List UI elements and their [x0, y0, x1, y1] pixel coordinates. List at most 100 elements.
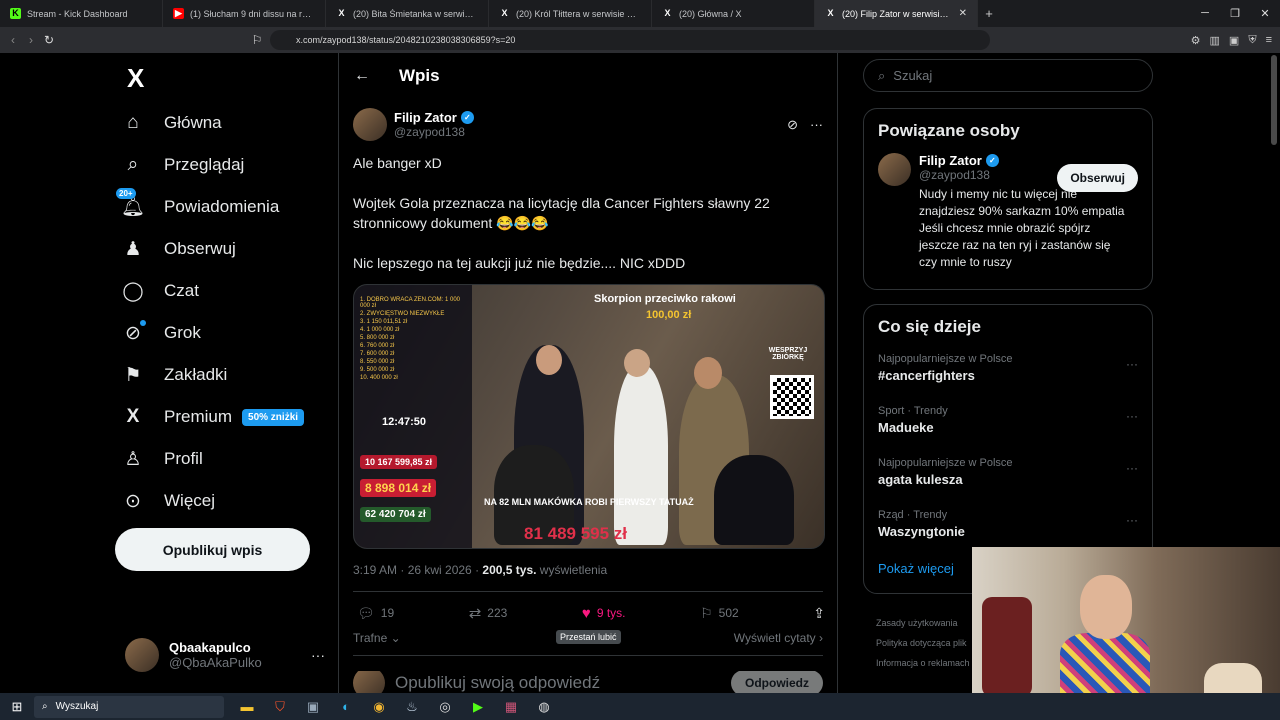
avatar[interactable]: [878, 153, 911, 186]
footer-link[interactable]: Polityka dotycząca plik: [876, 633, 970, 653]
sidebar-item-profile[interactable]: ♙ Profil: [120, 439, 202, 479]
more-options-icon[interactable]: ···: [311, 647, 325, 663]
sidebar-item-label: Premium: [164, 407, 233, 426]
bookmark-button[interactable]: ⚐ 502: [700, 604, 739, 622]
heart-icon: ♥: [581, 604, 591, 622]
media-amount: 10 167 599,85 zł: [360, 455, 438, 469]
vm-icon[interactable]: ▣: [300, 694, 326, 720]
avatar[interactable]: [353, 108, 387, 141]
tweet-media-image[interactable]: 1. DOBRO WRACA ZEN.COM: 1 000 000 zł 2. …: [353, 284, 825, 549]
minimize-icon[interactable]: ─: [1190, 7, 1220, 20]
edge-icon[interactable]: ◐: [333, 694, 359, 720]
reply-count: 19: [380, 606, 395, 620]
menu-icon[interactable]: ≡: [1266, 34, 1272, 47]
x-logo-icon[interactable]: X: [127, 63, 144, 94]
more-options-icon[interactable]: ···: [1126, 513, 1138, 527]
trend-name: agata kulesza: [878, 472, 963, 487]
url-field[interactable]: x.com/zaypod138/status/20482102380383068…: [270, 30, 990, 50]
browser-tab[interactable]: X (20) Główna / X: [652, 0, 815, 27]
more-options-icon[interactable]: ···: [1126, 357, 1138, 371]
extensions-icon[interactable]: ⚙: [1191, 34, 1201, 47]
browser-tab[interactable]: X (20) Bita Śmietanka w serwisie X: „Str: [326, 0, 489, 27]
like-button[interactable]: ♥ 9 tys.: [582, 604, 626, 622]
close-window-icon[interactable]: ✕: [1250, 7, 1280, 20]
bookmark-count: 502: [718, 606, 739, 620]
trend-name: #cancerfighters: [878, 368, 975, 383]
wallet-icon[interactable]: ▣: [1229, 34, 1239, 47]
app-icon[interactable]: ◍: [531, 694, 557, 720]
more-options-icon[interactable]: ···: [1126, 409, 1138, 423]
browser-tab[interactable]: X (20) Król Tłittera w serwisie X: „Magd: [489, 0, 652, 27]
sort-dropdown[interactable]: Trafne ⌄: [353, 631, 401, 645]
close-tab-icon[interactable]: ✕: [959, 8, 967, 19]
post-button[interactable]: Opublikuj wpis: [115, 528, 310, 571]
more-options-icon[interactable]: ···: [810, 117, 823, 133]
footer-link[interactable]: Zasady użytkowania: [876, 613, 970, 633]
trend-item[interactable]: Najpopularniejsze w Polsce agata kulesza ·…: [864, 453, 1152, 505]
sidebar-item-grok[interactable]: ⊘ Grok: [120, 313, 201, 353]
follow-button[interactable]: Obserwuj: [1057, 164, 1138, 192]
share-button[interactable]: ⇪: [813, 604, 825, 622]
reply-input[interactable]: Opublikuj swoją odpowiedź: [395, 673, 600, 693]
windows-start-icon[interactable]: ⊞: [0, 699, 34, 715]
kick-app-icon[interactable]: ▶: [465, 694, 491, 720]
author-handle[interactable]: @zaypod138: [394, 125, 474, 139]
tab-title: (1) Słucham 9 dni dissu na raka żeby: [190, 8, 315, 19]
browser-toolbar: ⚙ ▥ ▣ ⛨ ≡: [1191, 34, 1272, 47]
search-icon: ⌕: [42, 701, 48, 712]
sidebar-item-explore[interactable]: ⌕ Przeglądaj: [120, 145, 245, 185]
sidebar-item-more[interactable]: ⊙ Więcej: [120, 481, 215, 521]
bookmark-page-icon[interactable]: ⚐: [248, 33, 266, 47]
window-controls: ─ ❐ ✕: [1190, 7, 1280, 20]
search-icon: ⌕: [878, 67, 886, 83]
tweet-paragraph: Nic lepszego na tej aukcji już nie będzi…: [353, 255, 686, 271]
stream-scene: [494, 325, 794, 545]
taskbar-search[interactable]: ⌕ Wyszukaj: [34, 695, 224, 718]
sidebar-item-chat[interactable]: ◯ Czat: [120, 271, 199, 311]
sidebar-item-home[interactable]: ⌂ Główna: [120, 103, 221, 143]
account-switcher[interactable]: Qbaakapulco @QbaAkaPulko ···: [125, 638, 325, 672]
repost-button[interactable]: ⇄ 223: [469, 604, 508, 622]
trend-item[interactable]: Najpopularniejsze w Polsce #cancerfighter…: [864, 349, 1152, 401]
steam-icon[interactable]: ♨: [399, 694, 425, 720]
sidebar-item-bookmarks[interactable]: ⚑ Zakładki: [120, 355, 227, 395]
trend-item[interactable]: Sport · Trendy Madueke ···: [864, 401, 1152, 453]
sidebar-item-premium[interactable]: X Premium 50% zniżki: [120, 397, 305, 437]
chrome-icon[interactable]: ◉: [366, 694, 392, 720]
bookmark-icon: ⚐: [700, 604, 713, 621]
grok-explain-icon[interactable]: ⊘: [787, 117, 798, 133]
related-title: Powiązane osoby: [878, 121, 1020, 140]
more-options-icon[interactable]: ···: [1126, 461, 1138, 475]
search-input[interactable]: ⌕ Szukaj: [863, 59, 1153, 92]
related-name[interactable]: Filip Zator: [919, 153, 982, 168]
list-item: 5. 800 000 zł: [360, 335, 395, 341]
back-icon[interactable]: ‹: [4, 33, 22, 47]
author-name[interactable]: Filip Zator: [394, 110, 457, 125]
tweet-timestamp[interactable]: 3:19 AM · 26 kwi 2026 ·: [353, 563, 482, 577]
reload-icon[interactable]: ↻: [40, 33, 58, 47]
view-quotes-link[interactable]: Wyświetl cytaty ›: [734, 631, 823, 645]
new-tab-button[interactable]: +: [978, 6, 1000, 21]
sidebar-item-label: Przeglądaj: [164, 155, 245, 174]
obs-icon[interactable]: ◎: [432, 694, 458, 720]
browser-tab[interactable]: ▶ (1) Słucham 9 dni dissu na raka żeby: [163, 0, 326, 27]
app-icon[interactable]: ▦: [498, 694, 524, 720]
back-arrow-icon[interactable]: ←: [339, 67, 385, 85]
file-explorer-icon[interactable]: ▬: [234, 694, 260, 720]
browser-tab[interactable]: K Stream - Kick Dashboard: [0, 0, 163, 27]
reply-button[interactable]: 💬︎ 19: [357, 604, 394, 622]
browser-tab-active[interactable]: X (20) Filip Zator w serwisie X: „ ✕: [815, 0, 978, 27]
sidebar-item-notifications[interactable]: 🔔︎ 20+ Powiadomienia: [116, 187, 279, 227]
account-name: Qbaakapulco: [169, 640, 251, 655]
maximize-icon[interactable]: ❐: [1220, 7, 1250, 20]
brave-icon[interactable]: ⛉: [267, 694, 293, 720]
forward-icon[interactable]: ›: [22, 33, 40, 47]
shield-icon[interactable]: ⛨: [1248, 34, 1256, 47]
sidebar-icon[interactable]: ▥: [1210, 34, 1220, 47]
tweet-paragraph: Ale banger xD: [353, 155, 442, 171]
sidebar-item-follow[interactable]: ♟ Obserwuj: [120, 229, 235, 269]
premium-discount-badge: 50% zniżki: [242, 408, 305, 426]
scrollbar[interactable]: [1271, 55, 1277, 145]
reply-submit-button[interactable]: Odpowiedz: [731, 671, 823, 695]
footer-link[interactable]: Informacja o reklamach: [876, 653, 970, 673]
